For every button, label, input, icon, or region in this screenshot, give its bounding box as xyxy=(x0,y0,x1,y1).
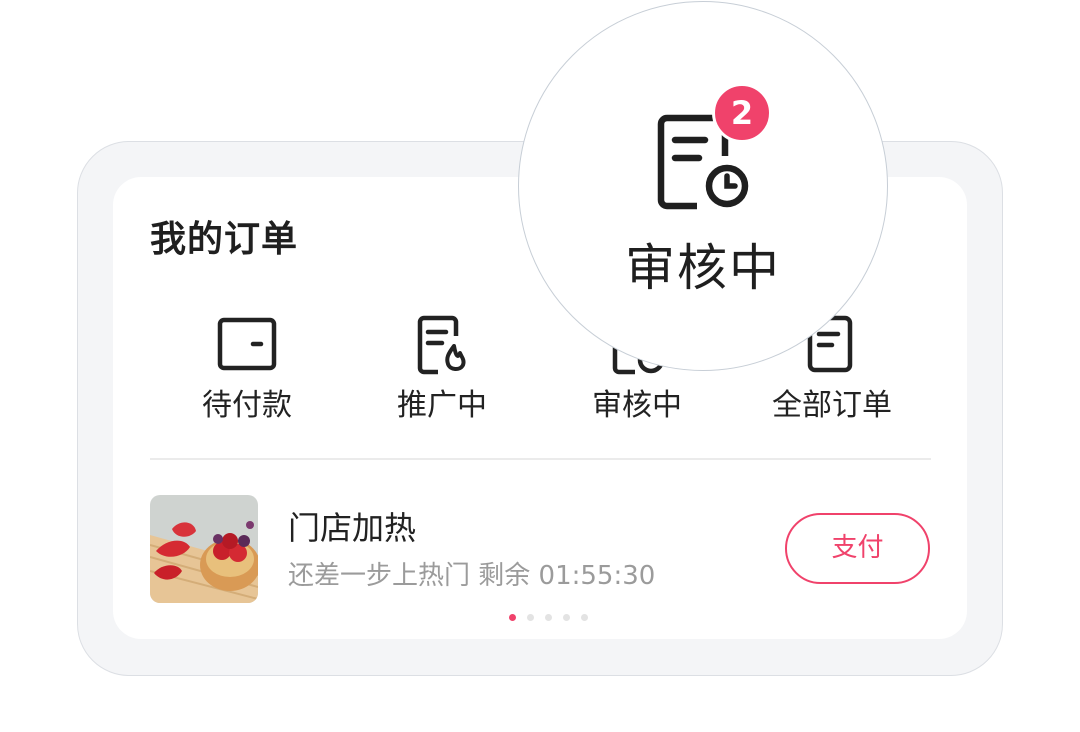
carousel-dot-4[interactable] xyxy=(563,614,570,621)
pay-button[interactable]: 支付 xyxy=(785,513,930,584)
wallet-icon xyxy=(217,317,277,371)
strawberry-tart-image xyxy=(150,495,258,603)
section-divider xyxy=(150,458,931,460)
carousel-dot-3[interactable] xyxy=(545,614,552,621)
nav-promoting[interactable]: 推广中 xyxy=(344,312,540,430)
orders-title: 我的订单 xyxy=(150,219,299,260)
order-countdown: 还差一步上热门 剩余 01:55:30 xyxy=(288,561,656,591)
nav-pending-payment[interactable]: 待付款 xyxy=(149,312,345,430)
carousel-dot-2[interactable] xyxy=(527,614,534,621)
nav-reviewing-label: 审核中 xyxy=(592,388,682,423)
carousel-dot-1[interactable] xyxy=(509,614,516,621)
carousel-indicator xyxy=(509,614,588,622)
nav-all-orders-label: 全部订单 xyxy=(772,388,892,423)
document-flame-icon xyxy=(417,315,466,375)
nav-pending-payment-label: 待付款 xyxy=(202,388,292,423)
promo-stage: 我的订单 待付款 推广中 审核中 全部订单 门店加热 还差一步上热门 剩余 01… xyxy=(0,0,1080,732)
nav-promoting-label: 推广中 xyxy=(397,388,487,423)
notification-badge: 2 xyxy=(712,83,772,143)
order-name: 门店加热 xyxy=(288,509,417,547)
order-thumbnail[interactable] xyxy=(150,495,258,603)
carousel-dot-5[interactable] xyxy=(581,614,588,621)
magnifier-label: 审核中 xyxy=(625,239,781,297)
